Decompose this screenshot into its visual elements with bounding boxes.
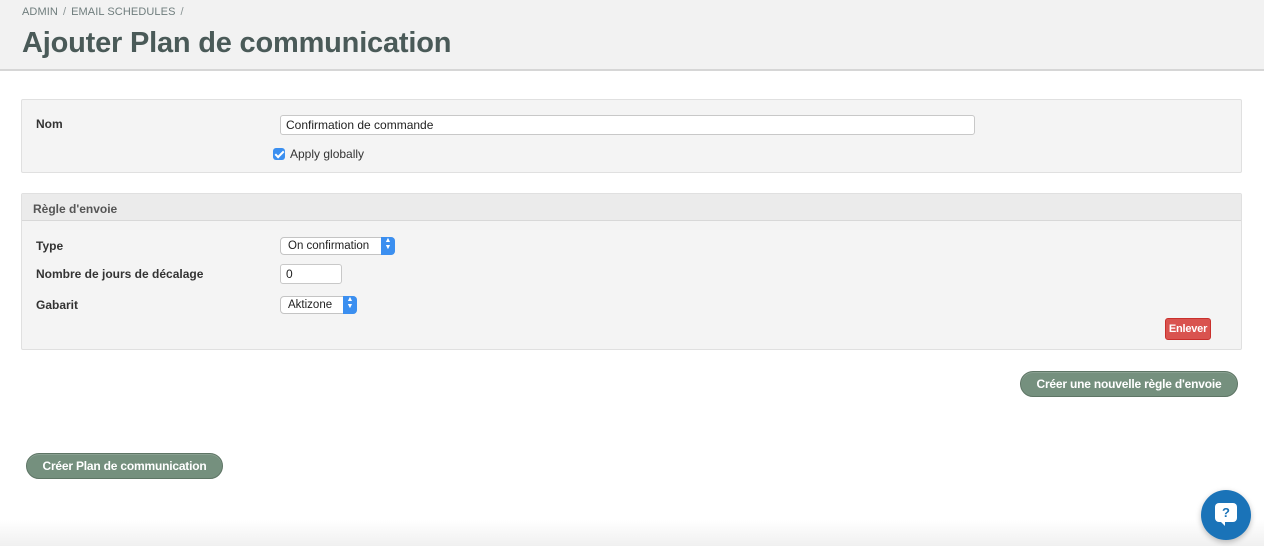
send-rule-panel: Règle d'envoie Type On confirmation ▲ ▼ N… xyxy=(21,193,1242,350)
type-select-value: On confirmation xyxy=(288,240,370,252)
type-select[interactable]: On confirmation ▲ ▼ xyxy=(280,237,395,255)
breadcrumb-item-email-schedules[interactable]: EMAIL SCHEDULES xyxy=(71,6,175,18)
breadcrumb-separator: / xyxy=(62,6,67,18)
page-header: ADMIN / EMAIL SCHEDULES / Ajouter Plan de c… xyxy=(0,0,1264,71)
remove-rule-button[interactable]: Enlever xyxy=(1165,318,1211,340)
template-label: Gabarit xyxy=(36,298,79,312)
chat-bubble-tail xyxy=(1220,521,1225,526)
offset-days-input[interactable] xyxy=(280,264,342,284)
breadcrumb: ADMIN / EMAIL SCHEDULES / xyxy=(22,6,189,18)
type-label: Type xyxy=(36,239,64,253)
select-arrows-icon: ▲ ▼ xyxy=(343,296,357,314)
footer-shadow xyxy=(0,520,1264,546)
breadcrumb-item-admin[interactable]: ADMIN xyxy=(22,6,58,18)
send-rule-title: Règle d'envoie xyxy=(33,202,118,216)
send-rule-heading: Règle d'envoie xyxy=(22,194,1241,221)
select-arrows-icon: ▲ ▼ xyxy=(381,237,395,255)
create-plan-button[interactable]: Créer Plan de communication xyxy=(26,453,223,479)
help-chat-icon: ? xyxy=(1215,503,1237,522)
help-chat-button[interactable]: ? xyxy=(1201,490,1251,540)
breadcrumb-separator: / xyxy=(180,6,184,18)
name-input[interactable] xyxy=(280,115,975,135)
name-label: Nom xyxy=(36,117,63,131)
name-panel: Nom Apply globally xyxy=(21,99,1242,173)
apply-globally-label[interactable]: Apply globally xyxy=(290,147,364,161)
new-rule-button[interactable]: Créer une nouvelle règle d'envoie xyxy=(1020,371,1238,397)
page-title: Ajouter Plan de communication xyxy=(22,27,452,59)
template-select[interactable]: Aktizone ▲ ▼ xyxy=(280,296,357,314)
template-select-value: Aktizone xyxy=(288,299,333,311)
apply-globally-checkbox[interactable] xyxy=(273,148,285,160)
offset-days-label: Nombre de jours de décalage xyxy=(36,267,204,281)
